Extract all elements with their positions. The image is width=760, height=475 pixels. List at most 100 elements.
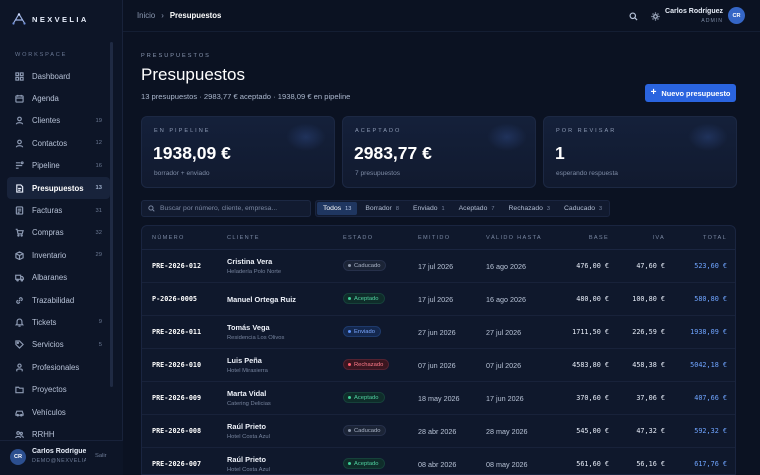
calendar-icon bbox=[15, 94, 24, 103]
status-badge: Caducado bbox=[343, 260, 387, 271]
column-header-total[interactable]: TOTAL bbox=[669, 235, 727, 241]
sidebar-item-trazabilidad[interactable]: Trazabilidad bbox=[7, 289, 110, 311]
valid-until-date: 17 jun 2026 bbox=[486, 394, 524, 403]
user-icon bbox=[15, 116, 24, 126]
search-button[interactable] bbox=[625, 8, 641, 24]
table-row[interactable]: PRE-2026-011 Tomás Vega Residencia Los Oli… bbox=[142, 316, 735, 349]
sidebar-item-servicios[interactable]: Servicios 5 bbox=[7, 334, 110, 356]
status-label: Rechazado bbox=[354, 361, 384, 368]
sidebar-item-albaranes[interactable]: Albaranes bbox=[7, 267, 110, 289]
base-amount: 4583,80 € bbox=[572, 361, 609, 369]
quote-number[interactable]: PRE-2026-012 bbox=[152, 262, 201, 270]
valid-until-date: 28 may 2026 bbox=[486, 427, 528, 436]
iva-amount: 56,16 € bbox=[636, 460, 665, 468]
stat-note: borrador + enviado bbox=[154, 170, 210, 177]
sidebar-scrollbar-thumb[interactable] bbox=[110, 42, 113, 387]
new-quote-button[interactable]: + Nuevo presupuesto bbox=[645, 84, 736, 102]
total-amount: 523,60 € bbox=[694, 262, 727, 270]
sidebar-item-contactos[interactable]: Contactos 12 bbox=[7, 132, 110, 154]
column-header-client[interactable]: CLIENTE bbox=[227, 235, 260, 241]
table-row[interactable]: PRE-2026-009 Marta Vidal Catering Delicias… bbox=[142, 382, 735, 415]
filter-tab-count: 3 bbox=[546, 205, 551, 212]
quote-number[interactable]: P-2026-0005 bbox=[152, 295, 197, 303]
page-subtitle: 13 presupuestos · 2983,77 € aceptado · 1… bbox=[141, 92, 351, 101]
sidebar-item-label: Compras bbox=[32, 228, 64, 238]
sidebar-item-presupuestos[interactable]: Presupuestos 13 bbox=[7, 176, 110, 200]
column-header-number[interactable]: NÚMERO bbox=[152, 235, 185, 241]
stat-label: ACEPTADO bbox=[355, 128, 402, 134]
status-dot-icon bbox=[348, 429, 351, 432]
table-row[interactable]: P-2026-0005 Manuel Ortega Ruiz Aceptado 17 … bbox=[142, 283, 735, 316]
column-header-iva[interactable]: IVA bbox=[615, 235, 665, 241]
link-icon bbox=[15, 296, 24, 305]
sidebar-item-dashboard[interactable]: Dashboard bbox=[7, 65, 110, 87]
filter-tab-label: Aceptado bbox=[458, 205, 488, 212]
column-header-issued[interactable]: EMITIDO bbox=[418, 235, 450, 241]
stat-note: 7 presupuestos bbox=[355, 170, 401, 177]
logout-button[interactable]: Salir bbox=[95, 453, 107, 459]
quotes-table: NÚMERO CLIENTE ESTADO EMITIDO VÁLIDO HAS… bbox=[141, 225, 736, 475]
sidebar-item-inventario[interactable]: Inventario 29 bbox=[7, 244, 110, 266]
status-badge: Enviado bbox=[343, 326, 381, 337]
sidebar-item-profesionales[interactable]: Profesionales bbox=[7, 356, 110, 378]
issued-date: 08 abr 2026 bbox=[418, 460, 457, 469]
sidebar-item-agenda[interactable]: Agenda bbox=[7, 87, 110, 109]
sidebar-item-proyectos[interactable]: Proyectos bbox=[7, 378, 110, 400]
sidebar-item-label: RRHH bbox=[32, 429, 55, 439]
stat-card-review: POR REVISAR 1 esperando respuesta bbox=[543, 116, 737, 188]
top-user-role: ADMIN bbox=[701, 18, 723, 24]
column-header-base[interactable]: BASE bbox=[562, 235, 609, 241]
avatar[interactable]: CR bbox=[10, 449, 26, 465]
stat-note: esperando respuesta bbox=[556, 170, 618, 177]
filter-tab-enviado[interactable]: Enviado 1 bbox=[407, 202, 451, 215]
page-eyebrow: PRESUPUESTOS bbox=[141, 53, 211, 59]
filter-tab-todos[interactable]: Todos 13 bbox=[317, 202, 358, 215]
sidebar-item-tickets[interactable]: Tickets 9 bbox=[7, 311, 110, 333]
quote-number[interactable]: PRE-2026-011 bbox=[152, 328, 201, 336]
quote-number[interactable]: PRE-2026-008 bbox=[152, 427, 201, 435]
column-header-valid-until[interactable]: VÁLIDO HASTA bbox=[486, 235, 542, 241]
search-icon bbox=[628, 11, 638, 21]
filter-tab-borrador[interactable]: Borrador 8 bbox=[359, 202, 405, 215]
sidebar-item-facturas[interactable]: Facturas 31 bbox=[7, 199, 110, 221]
table-row[interactable]: PRE-2026-007 Raúl Prieto Hotel Costa Azul A… bbox=[142, 448, 735, 474]
theme-toggle-button[interactable] bbox=[647, 8, 663, 24]
table-row[interactable]: PRE-2026-012 Cristina Vera Heladería Polo … bbox=[142, 250, 735, 283]
logo-mark-icon bbox=[12, 13, 26, 25]
sidebar-item-clientes[interactable]: Clientes 19 bbox=[7, 110, 110, 132]
quote-number[interactable]: PRE-2026-009 bbox=[152, 394, 201, 402]
box-icon bbox=[15, 251, 24, 260]
issued-date: 17 jul 2026 bbox=[418, 262, 454, 271]
table-row[interactable]: PRE-2026-008 Raúl Prieto Hotel Costa Azul C… bbox=[142, 415, 735, 448]
quote-number[interactable]: PRE-2026-007 bbox=[152, 460, 201, 468]
table-header: NÚMERO CLIENTE ESTADO EMITIDO VÁLIDO HAS… bbox=[142, 226, 735, 250]
status-dot-icon bbox=[348, 297, 351, 300]
sidebar-item-compras[interactable]: Compras 32 bbox=[7, 222, 110, 244]
sidebar-item-label: Presupuestos bbox=[32, 183, 84, 193]
breadcrumb-home[interactable]: Inicio bbox=[137, 11, 155, 20]
client-name: Raúl Prieto bbox=[227, 422, 267, 431]
sidebar-item-pipeline[interactable]: Pipeline 16 bbox=[7, 155, 110, 177]
filter-tab-aceptado[interactable]: Aceptado 7 bbox=[453, 202, 501, 215]
client-company: Hotel Mirasierra bbox=[227, 368, 268, 374]
sidebar-item-count: 13 bbox=[95, 185, 102, 192]
sidebar-item-label: Proyectos bbox=[32, 385, 67, 395]
column-header-status[interactable]: ESTADO bbox=[343, 235, 373, 241]
quote-number[interactable]: PRE-2026-010 bbox=[152, 361, 201, 369]
sidebar-item-vehiculos[interactable]: Vehículos bbox=[7, 401, 110, 423]
sidebar-item-label: Agenda bbox=[32, 94, 59, 104]
logo[interactable]: NEXVELIA bbox=[12, 13, 89, 25]
search-input[interactable] bbox=[160, 205, 305, 212]
client-name: Cristina Vera bbox=[227, 257, 273, 266]
filter-tab-caducado[interactable]: Caducado 3 bbox=[558, 202, 608, 215]
filter-tab-label: Todos bbox=[323, 205, 342, 212]
table-row[interactable]: PRE-2026-010 Luis Peña Hotel Mirasierra Rec… bbox=[142, 349, 735, 382]
client-name: Raúl Prieto bbox=[227, 455, 267, 464]
iva-amount: 37,06 € bbox=[636, 394, 665, 402]
filter-tab-rechazado[interactable]: Rechazado 3 bbox=[503, 202, 557, 215]
invoice-icon bbox=[15, 206, 24, 215]
avatar[interactable]: CR bbox=[728, 7, 745, 24]
total-amount: 5042,18 € bbox=[690, 361, 727, 369]
status-label: Aceptado bbox=[354, 460, 379, 467]
stat-label: EN PIPELINE bbox=[154, 128, 211, 134]
